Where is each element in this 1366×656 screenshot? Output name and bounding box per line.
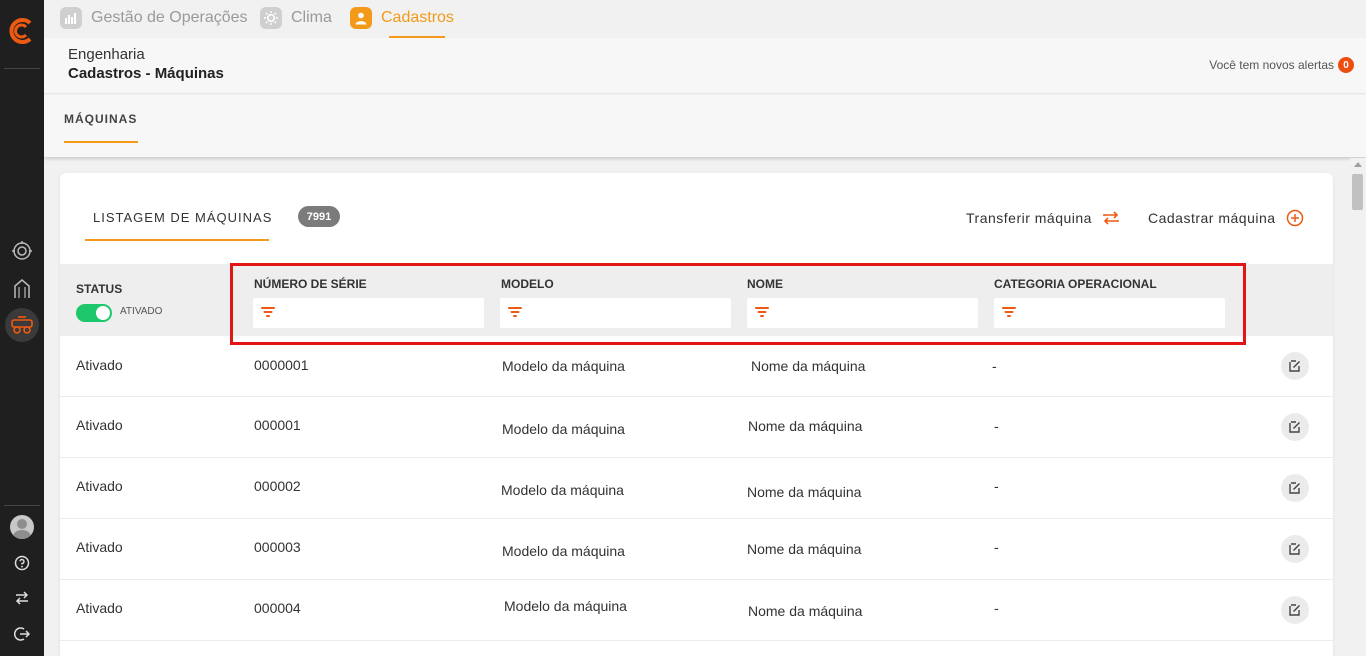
module-nav: Gestão de Operações Clima Cadastros bbox=[44, 0, 1366, 38]
company-logo-icon[interactable] bbox=[8, 17, 36, 45]
operations-chart-icon bbox=[60, 6, 82, 29]
tab-cadastros[interactable]: Cadastros bbox=[350, 5, 454, 30]
name-cell: Nome da máquina bbox=[747, 541, 862, 557]
table-row[interactable]: Ativado 000004 Modelo da máquina Nome da… bbox=[60, 580, 1333, 641]
status-cell: Ativado bbox=[76, 417, 123, 433]
tab-listagem-maquinas[interactable]: LISTAGEM DE MÁQUINAS bbox=[93, 210, 272, 225]
logout-icon bbox=[14, 627, 30, 641]
sidebar bbox=[0, 0, 44, 656]
machine-count-badge: 7991 bbox=[298, 206, 340, 227]
register-machine-button[interactable]: Cadastrar máquina bbox=[1148, 208, 1305, 228]
table-row[interactable]: Ativado 000002 Modelo da máquina Nome da… bbox=[60, 458, 1333, 519]
model-cell: Modelo da máquina bbox=[504, 598, 627, 614]
silo-icon bbox=[14, 279, 30, 298]
model-cell: Modelo da máquina bbox=[502, 543, 625, 559]
alerts-count-badge: 0 bbox=[1338, 57, 1354, 73]
status-column-header: STATUS bbox=[76, 282, 123, 296]
tab-maquinas[interactable]: MÁQUINAS bbox=[64, 112, 137, 126]
user-icon bbox=[350, 6, 372, 29]
category-cell: - bbox=[992, 358, 997, 374]
name-cell: Nome da máquina bbox=[748, 418, 863, 434]
active-tab-indicator bbox=[64, 141, 138, 143]
serial-number-cell: 0000001 bbox=[254, 357, 309, 373]
model-cell: Modelo da máquina bbox=[501, 482, 624, 498]
serial-number-cell: 000002 bbox=[254, 478, 301, 494]
edit-button[interactable] bbox=[1281, 352, 1309, 380]
edit-button[interactable] bbox=[1281, 413, 1309, 441]
tab-label: Clima bbox=[291, 8, 332, 26]
alerts-indicator[interactable]: Você tem novos alertas 0 bbox=[1209, 57, 1354, 73]
sidebar-divider bbox=[4, 68, 40, 69]
name-cell: Nome da máquina bbox=[751, 358, 866, 374]
edit-icon bbox=[1289, 482, 1300, 494]
avatar[interactable] bbox=[10, 515, 34, 539]
breadcrumb-area: Engenharia bbox=[68, 46, 145, 63]
tab-label: Cadastros bbox=[381, 8, 454, 26]
table-row[interactable]: Ativado 0000001 Modelo da máquina Nome d… bbox=[60, 336, 1333, 397]
help-button[interactable] bbox=[9, 550, 35, 576]
status-filter-toggle[interactable] bbox=[76, 304, 112, 322]
sidebar-item-machines[interactable] bbox=[5, 308, 39, 342]
category-cell: - bbox=[994, 600, 999, 616]
sidebar-divider bbox=[4, 505, 40, 506]
page-title: Cadastros - Máquinas bbox=[68, 65, 224, 82]
transfer-machine-button[interactable]: Transferir máquina bbox=[966, 208, 1121, 228]
tab-gestao-operacoes[interactable]: Gestão de Operações bbox=[60, 5, 248, 30]
scroll-thumb[interactable] bbox=[1352, 174, 1363, 210]
page-header: Engenharia Cadastros - Máquinas Você tem… bbox=[44, 38, 1366, 94]
status-cell: Ativado bbox=[76, 539, 123, 555]
target-gear-icon bbox=[12, 241, 32, 260]
alerts-text: Você tem novos alertas bbox=[1209, 58, 1334, 72]
table-row[interactable]: Ativado 000001 Modelo da máquina Nome da… bbox=[60, 397, 1333, 458]
edit-icon bbox=[1289, 421, 1300, 433]
status-cell: Ativado bbox=[76, 478, 123, 494]
sun-icon bbox=[260, 6, 282, 29]
edit-button[interactable] bbox=[1281, 535, 1309, 563]
filter-highlight-box bbox=[230, 263, 1246, 345]
table-row[interactable]: Ativado 000003 Modelo da máquina Nome da… bbox=[60, 519, 1333, 580]
edit-button[interactable] bbox=[1281, 596, 1309, 624]
transfer-machine-label: Transferir máquina bbox=[966, 210, 1092, 226]
edit-icon bbox=[1289, 604, 1300, 616]
edit-icon bbox=[1289, 360, 1300, 372]
scroll-up-arrow-icon[interactable] bbox=[1354, 162, 1362, 167]
transfer-arrows-icon bbox=[1101, 208, 1121, 228]
category-cell: - bbox=[994, 478, 999, 494]
model-cell: Modelo da máquina bbox=[502, 421, 625, 437]
swap-arrows-icon bbox=[15, 591, 29, 605]
status-toggle-label: ATIVADO bbox=[120, 306, 163, 317]
category-cell: - bbox=[994, 539, 999, 555]
tab-label: Gestão de Operações bbox=[91, 8, 248, 26]
name-cell: Nome da máquina bbox=[747, 484, 862, 500]
serial-number-cell: 000004 bbox=[254, 600, 301, 616]
serial-number-cell: 000003 bbox=[254, 539, 301, 555]
name-cell: Nome da máquina bbox=[748, 603, 863, 619]
machines-card: LISTAGEM DE MÁQUINAS 7991 Transferir máq… bbox=[60, 173, 1333, 656]
section-tabs: MÁQUINAS bbox=[44, 95, 1366, 157]
sidebar-item-target[interactable] bbox=[9, 238, 35, 264]
tab-clima[interactable]: Clima bbox=[260, 5, 332, 30]
active-tab-indicator bbox=[85, 239, 269, 241]
help-icon bbox=[14, 555, 30, 571]
harvester-icon bbox=[11, 316, 33, 334]
status-cell: Ativado bbox=[76, 357, 123, 373]
add-circle-icon bbox=[1285, 208, 1305, 228]
status-cell: Ativado bbox=[76, 600, 123, 616]
sidebar-item-silo[interactable] bbox=[9, 275, 35, 301]
edit-icon bbox=[1289, 543, 1300, 555]
vertical-scrollbar[interactable] bbox=[1350, 158, 1366, 656]
edit-button[interactable] bbox=[1281, 474, 1309, 502]
logout-button[interactable] bbox=[9, 621, 35, 647]
register-machine-label: Cadastrar máquina bbox=[1148, 210, 1276, 226]
serial-number-cell: 000001 bbox=[254, 417, 301, 433]
switch-button[interactable] bbox=[9, 585, 35, 611]
category-cell: - bbox=[994, 418, 999, 434]
model-cell: Modelo da máquina bbox=[502, 358, 625, 374]
